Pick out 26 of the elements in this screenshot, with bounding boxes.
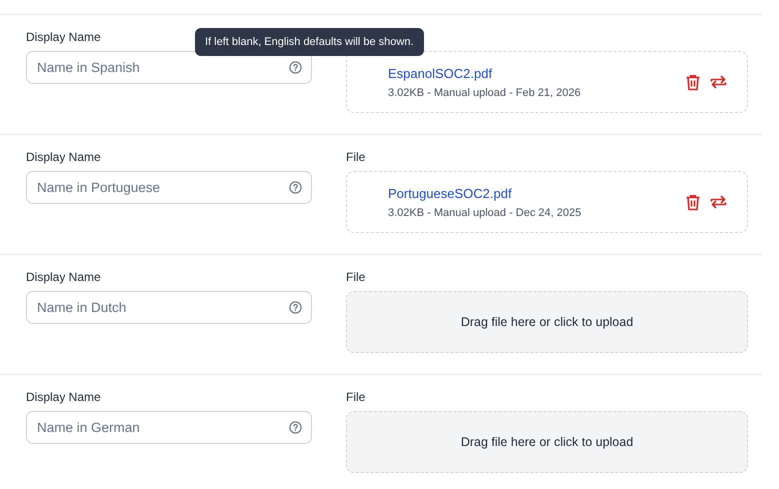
replace-icon[interactable] [710, 194, 727, 210]
file-link[interactable]: EspanolSOC2.pdf [388, 66, 581, 80]
file-meta: 3.02KB - Manual upload - Dec 24, 2025 [388, 206, 582, 218]
help-icon[interactable] [289, 181, 302, 194]
file-link[interactable]: PortugueseSOC2.pdf [388, 186, 582, 200]
file-meta: 3.02KB - Manual upload - Feb 21, 2026 [388, 86, 581, 98]
field-label: File [346, 270, 366, 285]
field-label: File [346, 390, 366, 405]
upload-dropzone[interactable]: Drag file here or click to upload [346, 291, 748, 353]
name-field[interactable]: Name in Spanish [26, 51, 312, 84]
field-label: Display Name [26, 30, 101, 45]
tooltip: If left blank, English defaults will be shown. [195, 28, 424, 56]
delete-icon[interactable] [685, 74, 701, 90]
help-icon[interactable] [289, 421, 302, 434]
name-field[interactable]: Name in German [26, 411, 312, 444]
help-icon[interactable] [289, 301, 302, 314]
upload-dropzone[interactable]: Drag file here or click to upload [346, 411, 748, 473]
replace-icon[interactable] [710, 74, 727, 90]
delete-icon[interactable] [685, 194, 701, 210]
field-label: Display Name [26, 150, 101, 165]
name-field[interactable]: Name in Dutch [26, 291, 312, 324]
field-label: Display Name [26, 270, 101, 285]
name-field[interactable]: Name in Portuguese [26, 171, 312, 204]
field-label: File [346, 150, 366, 165]
help-icon[interactable] [289, 61, 302, 74]
field-label: Display Name [26, 390, 101, 405]
